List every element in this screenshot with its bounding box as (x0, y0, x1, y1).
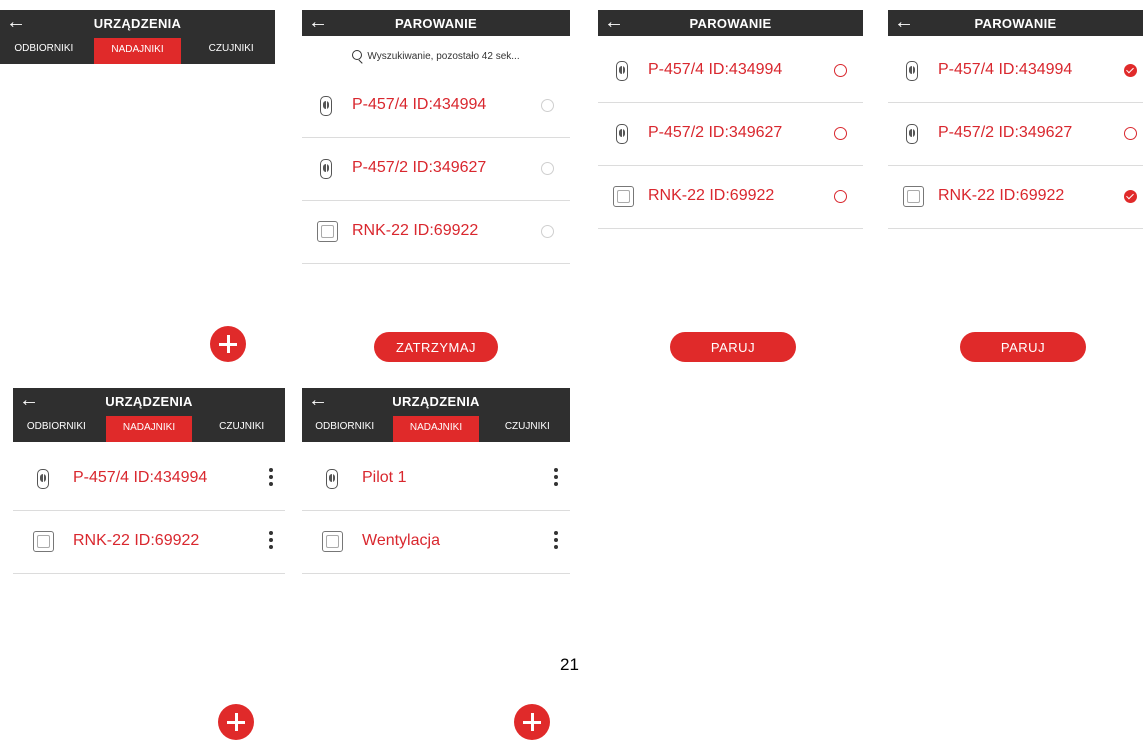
add-device-button[interactable] (218, 704, 254, 740)
app-header: ← URZĄDZENIA (302, 388, 570, 414)
device-label: P-457/4 ID:434994 (352, 96, 487, 113)
tab-transmitters[interactable]: NADAJNIKI (393, 416, 479, 442)
list-item[interactable]: P-457/2 ID:349627 (302, 138, 570, 201)
checked-radio-icon[interactable] (1124, 64, 1137, 77)
remote-icon (906, 61, 918, 81)
page-title: URZĄDZENIA (93, 16, 182, 31)
sensor-icon (33, 531, 54, 552)
select-radio[interactable] (834, 127, 847, 140)
remote-icon (616, 61, 628, 81)
page-number: 21 (560, 655, 579, 674)
device-label: Pilot 1 (362, 469, 407, 486)
tab-sensors[interactable]: CZUJNIKI (485, 414, 570, 442)
app-header: ← PAROWANIE (598, 10, 863, 36)
device-label: RNK-22 ID:69922 (938, 187, 1065, 204)
add-device-button[interactable] (514, 704, 550, 740)
device-label: RNK-22 ID:69922 (73, 532, 200, 549)
more-options-icon[interactable] (554, 468, 558, 489)
device-label: Wentylacja (362, 532, 440, 549)
remote-icon (906, 124, 918, 144)
list-item[interactable]: P-457/2 ID:349627 (888, 103, 1143, 166)
page-title: PAROWANIE (689, 16, 772, 31)
select-radio[interactable] (834, 190, 847, 203)
search-status: Wyszukiwanie, pozostało 42 sek... (302, 50, 570, 62)
select-radio[interactable] (541, 162, 554, 175)
search-status-text: Wyszukiwanie, pozostało 42 sek... (367, 51, 520, 62)
list-item[interactable]: P-457/4 ID:434994 (302, 75, 570, 138)
pair-button[interactable]: PARUJ (960, 332, 1086, 362)
tab-receivers[interactable]: ODBIORNIKI (0, 36, 88, 64)
select-radio[interactable] (541, 99, 554, 112)
screen-pairing-list: ← PAROWANIE P-457/4 ID:434994 P-457/2 ID… (598, 10, 863, 370)
more-options-icon[interactable] (269, 468, 273, 489)
remote-icon (320, 159, 332, 179)
list-item[interactable]: RNK-22 ID:69922 (13, 511, 285, 574)
device-label: P-457/4 ID:434994 (73, 469, 208, 486)
select-radio[interactable] (541, 225, 554, 238)
device-label: P-457/4 ID:434994 (938, 61, 1073, 78)
tab-sensors[interactable]: CZUJNIKI (198, 414, 285, 442)
add-device-button[interactable] (210, 326, 246, 362)
select-radio[interactable] (834, 64, 847, 77)
list-item[interactable]: P-457/4 ID:434994 (598, 40, 863, 103)
page-title: PAROWANIE (974, 16, 1057, 31)
list-item[interactable]: P-457/4 ID:434994 (13, 448, 285, 511)
sensor-icon (903, 186, 924, 207)
device-label: P-457/2 ID:349627 (352, 159, 487, 176)
search-icon (352, 50, 363, 60)
screen-devices-empty: ← URZĄDZENIA ODBIORNIKI NADAJNIKI CZUJNI… (0, 10, 275, 370)
list-item[interactable]: RNK-22 ID:69922 (598, 166, 863, 229)
remote-icon (37, 469, 49, 489)
screen-pairing-searching: ← PAROWANIE Wyszukiwanie, pozostało 42 s… (302, 10, 570, 370)
stop-button[interactable]: ZATRZYMAJ (374, 332, 498, 362)
tab-bar: ODBIORNIKI NADAJNIKI CZUJNIKI (0, 36, 275, 64)
screen-devices-paired: ← URZĄDZENIA ODBIORNIKI NADAJNIKI CZUJNI… (13, 388, 285, 740)
list-item[interactable]: P-457/2 ID:349627 (598, 103, 863, 166)
tab-sensors[interactable]: CZUJNIKI (187, 36, 275, 64)
app-header: ← URZĄDZENIA (0, 10, 275, 36)
app-header: ← PAROWANIE (302, 10, 570, 36)
list-item[interactable]: RNK-22 ID:69922 (302, 201, 570, 264)
device-label: P-457/4 ID:434994 (648, 61, 783, 78)
pair-button[interactable]: PARUJ (670, 332, 796, 362)
app-header: ← URZĄDZENIA (13, 388, 285, 414)
tab-transmitters[interactable]: NADAJNIKI (105, 416, 193, 442)
screen-devices-renamed: ← URZĄDZENIA ODBIORNIKI NADAJNIKI CZUJNI… (302, 388, 570, 740)
list-item[interactable]: P-457/4 ID:434994 (888, 40, 1143, 103)
sensor-icon (322, 531, 343, 552)
remote-icon (616, 124, 628, 144)
remote-icon (326, 469, 338, 489)
device-label: P-457/2 ID:349627 (938, 124, 1073, 141)
more-options-icon[interactable] (269, 531, 273, 552)
list-item[interactable]: Wentylacja (302, 511, 570, 574)
page-title: URZĄDZENIA (392, 394, 480, 409)
screen-pairing-selected: ← PAROWANIE P-457/4 ID:434994 P-457/2 ID… (888, 10, 1143, 370)
list-item[interactable]: Pilot 1 (302, 448, 570, 511)
device-label: RNK-22 ID:69922 (648, 187, 775, 204)
checked-radio-icon[interactable] (1124, 190, 1137, 203)
tab-transmitters[interactable]: NADAJNIKI (93, 38, 182, 64)
remote-icon (320, 96, 332, 116)
page-title: URZĄDZENIA (105, 394, 193, 409)
more-options-icon[interactable] (554, 531, 558, 552)
device-label: P-457/2 ID:349627 (648, 124, 783, 141)
list-item[interactable]: RNK-22 ID:69922 (888, 166, 1143, 229)
tab-bar: ODBIORNIKI NADAJNIKI CZUJNIKI (13, 414, 285, 442)
app-header: ← PAROWANIE (888, 10, 1143, 36)
tab-bar: ODBIORNIKI NADAJNIKI CZUJNIKI (302, 414, 570, 442)
device-label: RNK-22 ID:69922 (352, 222, 479, 239)
tab-receivers[interactable]: ODBIORNIKI (13, 414, 100, 442)
select-radio[interactable] (1124, 127, 1137, 140)
tab-receivers[interactable]: ODBIORNIKI (302, 414, 387, 442)
page-title: PAROWANIE (395, 16, 477, 31)
sensor-icon (317, 221, 338, 242)
sensor-icon (613, 186, 634, 207)
